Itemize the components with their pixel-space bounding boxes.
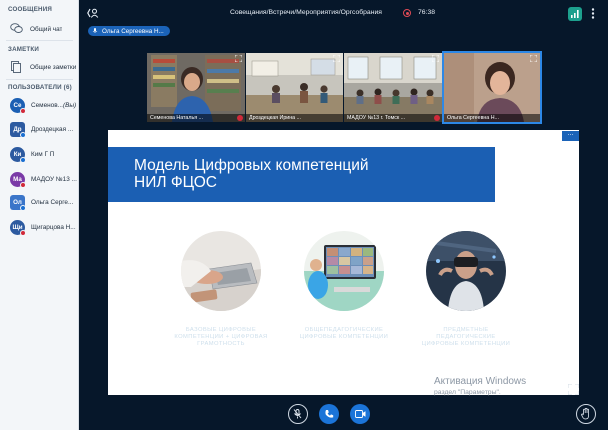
competency-caption-basic: БАЗОВЫЕ ЦИФРОВЫЕ КОМПЕТЕНЦИИ + ЦИФРОВАЯ … bbox=[174, 327, 268, 347]
status-dot bbox=[20, 108, 26, 114]
hand-icon bbox=[581, 408, 589, 420]
sidebar: СООБЩЕНИЯ Общий чат ЗАМЕТКИ Общие заметк… bbox=[0, 0, 79, 430]
camera-button[interactable] bbox=[350, 404, 370, 424]
user-item[interactable]: Др Дроздецкая ... bbox=[0, 120, 79, 138]
slide-image-vr-headset bbox=[426, 231, 506, 311]
phone-icon bbox=[325, 410, 334, 418]
public-chat-label: Общий чат bbox=[30, 25, 63, 33]
chat-icon bbox=[10, 23, 23, 33]
video-frame bbox=[147, 53, 245, 122]
notes-icon bbox=[11, 61, 21, 73]
public-chat-item[interactable]: Общий чат bbox=[0, 20, 79, 38]
user-item[interactable]: Ма МАДОУ №13 ... bbox=[0, 170, 79, 188]
divider bbox=[6, 79, 73, 80]
meeting-timer: 76:38 bbox=[418, 9, 436, 16]
slide-title: Модель Цифровых компетенций НИЛ ФЦОС bbox=[134, 157, 369, 191]
users-section-title: ПОЛЬЗОВАТЕЛИ (6) bbox=[8, 84, 72, 91]
status-dot bbox=[20, 132, 26, 138]
user-name: МАДОУ №13 ... bbox=[31, 175, 77, 183]
user-item[interactable]: Ки Ким Г П bbox=[0, 145, 79, 163]
video-conference-illustration bbox=[304, 231, 384, 311]
video-tile[interactable]: Семенова Наталья ... bbox=[147, 53, 245, 122]
video-tile[interactable]: Дроздецкая Ирина ... bbox=[246, 53, 343, 122]
divider bbox=[6, 40, 73, 41]
messages-section-title: СООБЩЕНИЯ bbox=[8, 6, 52, 13]
user-name: Ким Г П bbox=[31, 150, 55, 158]
top-bar: Совещания/Встречи/Мероприятия/Оргсобрани… bbox=[80, 0, 608, 24]
presentation-slide: Модель Цифровых компетенций НИЛ ФЦОС БАЗ… bbox=[108, 130, 579, 395]
video-frame bbox=[246, 53, 343, 122]
expand-icon[interactable] bbox=[530, 55, 537, 62]
video-tile-active-speaker[interactable]: Ольга Сергеевна Н... bbox=[442, 51, 542, 124]
status-dot bbox=[20, 230, 26, 236]
muted-mic-indicator bbox=[434, 115, 440, 121]
user-name: Щигарцова Н... bbox=[31, 223, 76, 231]
presenter-badge: Ольга Сергеевна Н... bbox=[88, 26, 170, 36]
status-dot bbox=[20, 157, 26, 163]
video-caption: Дроздецкая Ирина ... bbox=[246, 114, 343, 122]
audio-button[interactable] bbox=[319, 404, 339, 424]
status-dot bbox=[20, 205, 26, 211]
signal-bars-icon bbox=[571, 10, 579, 18]
muted-mic-indicator bbox=[237, 115, 243, 121]
windows-activation-watermark: Активация Windows раздел "Параметры". bbox=[434, 376, 527, 396]
expand-icon[interactable] bbox=[333, 55, 340, 62]
shared-notes-label: Общие заметки bbox=[30, 63, 77, 71]
laptop-illustration bbox=[181, 231, 261, 311]
microphone-muted-icon bbox=[293, 409, 302, 419]
unmute-button[interactable] bbox=[288, 404, 308, 424]
video-tile[interactable]: МАДОУ №13 г. Томск ... bbox=[344, 53, 442, 122]
video-caption: Семенова Наталья ... bbox=[147, 114, 245, 122]
slide-image-laptop bbox=[181, 231, 261, 311]
connection-status-button[interactable] bbox=[568, 7, 582, 21]
video-caption: Ольга Сергеевна Н... bbox=[444, 114, 540, 122]
expand-icon[interactable] bbox=[235, 55, 242, 62]
user-item[interactable]: Се Семенов...(Вы) bbox=[0, 96, 79, 114]
raise-hand-button[interactable] bbox=[576, 404, 596, 424]
meeting-title: Совещания/Встречи/Мероприятия/Оргсобрани… bbox=[230, 9, 382, 16]
vr-headset-illustration bbox=[426, 231, 506, 311]
video-caption: МАДОУ №13 г. Томск ... bbox=[344, 114, 442, 122]
microphone-icon bbox=[92, 28, 98, 33]
video-frame bbox=[444, 53, 540, 122]
user-item[interactable]: Ол Ольга Серге... bbox=[0, 193, 79, 211]
more-options-icon[interactable] bbox=[591, 8, 595, 19]
presentation-menu-button[interactable]: ... bbox=[562, 130, 579, 141]
user-item[interactable]: Щи Щигарцова Н... bbox=[0, 218, 79, 236]
user-name: Ольга Серге... bbox=[31, 198, 74, 206]
slide-image-video-conference bbox=[304, 231, 384, 311]
presenter-name: Ольга Сергеевна Н... bbox=[102, 27, 164, 35]
notes-section-title: ЗАМЕТКИ bbox=[8, 46, 40, 53]
user-name: Дроздецкая ... bbox=[31, 125, 74, 133]
video-camera-icon bbox=[355, 410, 366, 418]
competency-caption-pedagogical: ОБЩЕПЕДАГОГИЧЕСКИЕ ЦИФРОВЫЕ КОМПЕТЕНЦИИ bbox=[299, 327, 389, 340]
expand-icon[interactable] bbox=[432, 55, 439, 62]
user-name: Семенов...(Вы) bbox=[31, 101, 77, 109]
fullscreen-icon[interactable] bbox=[568, 384, 579, 395]
video-frame bbox=[344, 53, 442, 122]
status-dot bbox=[20, 182, 26, 188]
competency-caption-subject: ПРЕДМЕТНЫЕ ПЕДАГОГИЧЕСКИЕ ЦИФРОВЫЕ КОМПЕ… bbox=[421, 327, 511, 347]
record-indicator[interactable] bbox=[403, 9, 411, 17]
shared-notes-item[interactable]: Общие заметки bbox=[0, 58, 79, 76]
toggle-userlist-icon[interactable] bbox=[87, 8, 99, 18]
